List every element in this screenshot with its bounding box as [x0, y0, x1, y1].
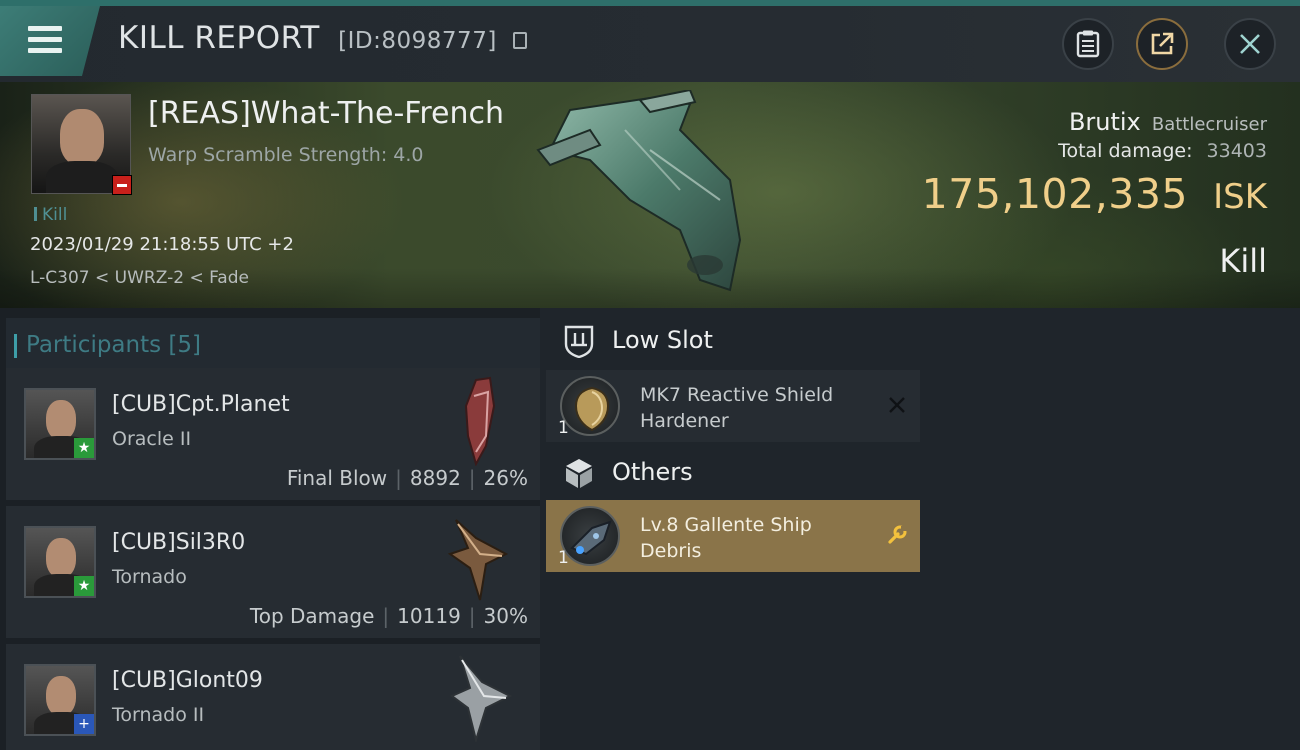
participant-row[interactable]: ★ [CUB]Cpt.Planet Oracle II Final Blow | 8…	[6, 368, 540, 502]
participant-name: [CUB]Cpt.Planet	[112, 392, 290, 417]
hamburger-icon	[28, 26, 62, 59]
item-row[interactable]: 1 Lv.8 Gallente Ship Debris	[546, 500, 920, 572]
participant-name: [CUB]Glont09	[112, 668, 263, 693]
wrench-icon[interactable]	[886, 524, 908, 546]
close-icon	[1240, 34, 1260, 54]
kill-location: L-C307 < UWRZ-2 < Fade	[30, 268, 249, 288]
low-slot-title: Low Slot	[612, 326, 713, 354]
victim-ship-line: Brutix Battlecruiser	[1069, 108, 1267, 136]
participant-row[interactable]: ★ [CUB]Sil3R0 Tornado Top Damage | 10119 | 3…	[6, 506, 540, 640]
clipboard-icon	[1076, 30, 1100, 58]
others-title: Others	[612, 458, 693, 486]
star-badge-icon: ★	[74, 438, 94, 458]
participant-damage: 10119	[397, 604, 461, 628]
destroyed-icon	[889, 397, 905, 413]
isk-value-line: 175,102,335 ISK	[922, 170, 1267, 218]
participant-ship: Tornado	[112, 566, 187, 588]
page-title-text: KILL REPORT	[118, 20, 320, 56]
victim-ship-name[interactable]: Brutix	[1069, 108, 1141, 136]
plus-badge-icon: +	[74, 714, 94, 734]
kill-result: Kill	[1219, 242, 1267, 280]
kill-timestamp: 2023/01/29 21:18:55 UTC +2	[30, 234, 294, 255]
kill-tag: Kill	[34, 205, 67, 225]
victim-name: [REAS]What-The-French	[148, 96, 505, 131]
low-slot-icon	[564, 325, 594, 358]
clipboard-button[interactable]	[1062, 18, 1114, 70]
share-icon	[1151, 32, 1174, 55]
item-row[interactable]: 1 MK7 Reactive Shield Hardener	[546, 370, 920, 442]
hostile-badge	[112, 175, 132, 195]
ship-debris-icon	[560, 506, 620, 566]
total-damage-label: Total damage:	[1058, 140, 1193, 162]
victim-ship-class: Battlecruiser	[1151, 114, 1267, 135]
participant-percent: 30%	[483, 604, 528, 628]
item-quantity: 1	[558, 548, 569, 568]
participant-ship-image	[450, 655, 513, 742]
final-blow-tag: Final Blow	[286, 466, 388, 490]
participant-ship: Oracle II	[112, 428, 192, 450]
item-name: MK7 Reactive Shield Hardener	[640, 384, 834, 432]
close-button[interactable]	[1224, 18, 1276, 70]
participant-ship: Tornado II	[112, 704, 205, 726]
participant-row[interactable]: + [CUB]Glont09 Tornado II	[6, 644, 540, 750]
victim-ship-image	[536, 90, 742, 292]
page-title: KILL REPORT [ID:8098777]	[118, 20, 528, 56]
participant-ship-image	[447, 519, 509, 601]
participant-damage: 8892	[409, 466, 461, 490]
participant-name: [CUB]Sil3R0	[112, 530, 246, 555]
warp-scramble-strength: Warp Scramble Strength: 4.0	[148, 144, 424, 166]
copy-icon[interactable]	[513, 32, 528, 49]
participant-stats: Top Damage | 10119 | 30%	[249, 604, 528, 628]
star-badge-icon: ★	[74, 576, 94, 596]
items-panel: Low Slot 1 MK7 Reactive Shield Hardener …	[540, 308, 1300, 750]
top-damage-tag: Top Damage	[249, 604, 375, 628]
isk-unit: ISK	[1213, 177, 1267, 217]
participants-header[interactable]: Participants [5]	[6, 318, 540, 374]
participants-panel: Participants [5] ★ [CUB]Cpt.Planet Oracl…	[0, 308, 540, 750]
participant-stats: Final Blow | 8892 | 26%	[286, 466, 528, 490]
share-button[interactable]	[1136, 18, 1188, 70]
total-damage-line: Total damage: 33403	[1058, 140, 1267, 162]
report-id: [ID:8098777]	[338, 28, 497, 54]
participant-percent: 26%	[483, 466, 528, 490]
shield-hardener-icon	[560, 376, 620, 436]
item-quantity: 1	[558, 418, 569, 438]
isk-value: 175,102,335	[921, 170, 1188, 218]
total-damage-value: 33403	[1206, 140, 1267, 162]
item-name: Lv.8 Gallente Ship Debris	[640, 514, 812, 562]
participant-ship-image	[464, 376, 496, 466]
cube-icon	[566, 459, 592, 488]
victim-banner: [REAS]What-The-French Warp Scramble Stre…	[0, 82, 1300, 308]
participants-title: Participants [5]	[14, 332, 201, 358]
